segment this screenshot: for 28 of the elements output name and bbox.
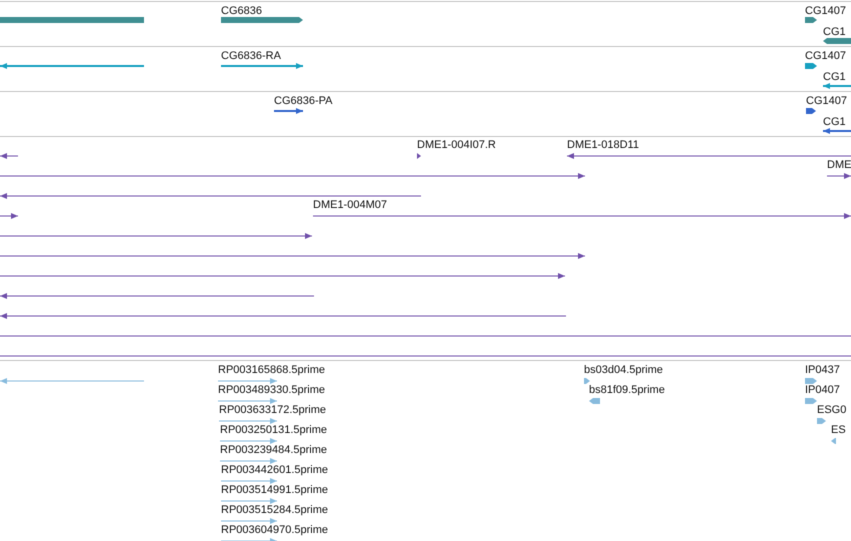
feature-label: RP003633172.5prime: [219, 404, 326, 416]
feature-label: RP003165868.5prime: [218, 364, 326, 376]
feature-label: RP003514991.5prime: [221, 484, 328, 496]
feature-label: DME1-018D11: [567, 139, 639, 151]
feature-label: CG6836-RA: [221, 50, 281, 62]
feature-label: CG1: [823, 71, 846, 83]
feature-label: CG6836-PA: [274, 95, 332, 107]
feature-label: DME1-004I07.R: [417, 139, 496, 151]
feature-label: DME1-004M07: [313, 199, 387, 211]
feature-label: ES: [831, 424, 846, 436]
feature-label: RP003239484.5prime: [220, 444, 328, 456]
feature-label: RP003489330.5prime: [218, 384, 326, 396]
feature-label: IP0437: [805, 364, 840, 376]
feature-label: RP003604970.5prime: [221, 524, 328, 536]
feature-label: RP003250131.5prime: [220, 424, 328, 436]
feature-label: CG1407: [805, 5, 846, 17]
feature-label: bs81f09.5prime: [589, 384, 665, 396]
feature-label: CG1407: [805, 50, 846, 62]
feature-label: RP003515284.5prime: [221, 504, 328, 516]
feature-label: CG1: [823, 116, 846, 128]
feature-label: RP003442601.5prime: [221, 464, 328, 476]
feature-label: CG1407: [806, 95, 847, 107]
feature-label: DME: [827, 159, 851, 171]
feature-label: CG1: [823, 26, 846, 38]
feature-label: bs03d04.5prime: [584, 364, 663, 376]
feature-label: CG6836: [221, 5, 262, 17]
feature-label: ESG0: [817, 404, 846, 416]
feature-label: IP0407: [805, 384, 840, 396]
